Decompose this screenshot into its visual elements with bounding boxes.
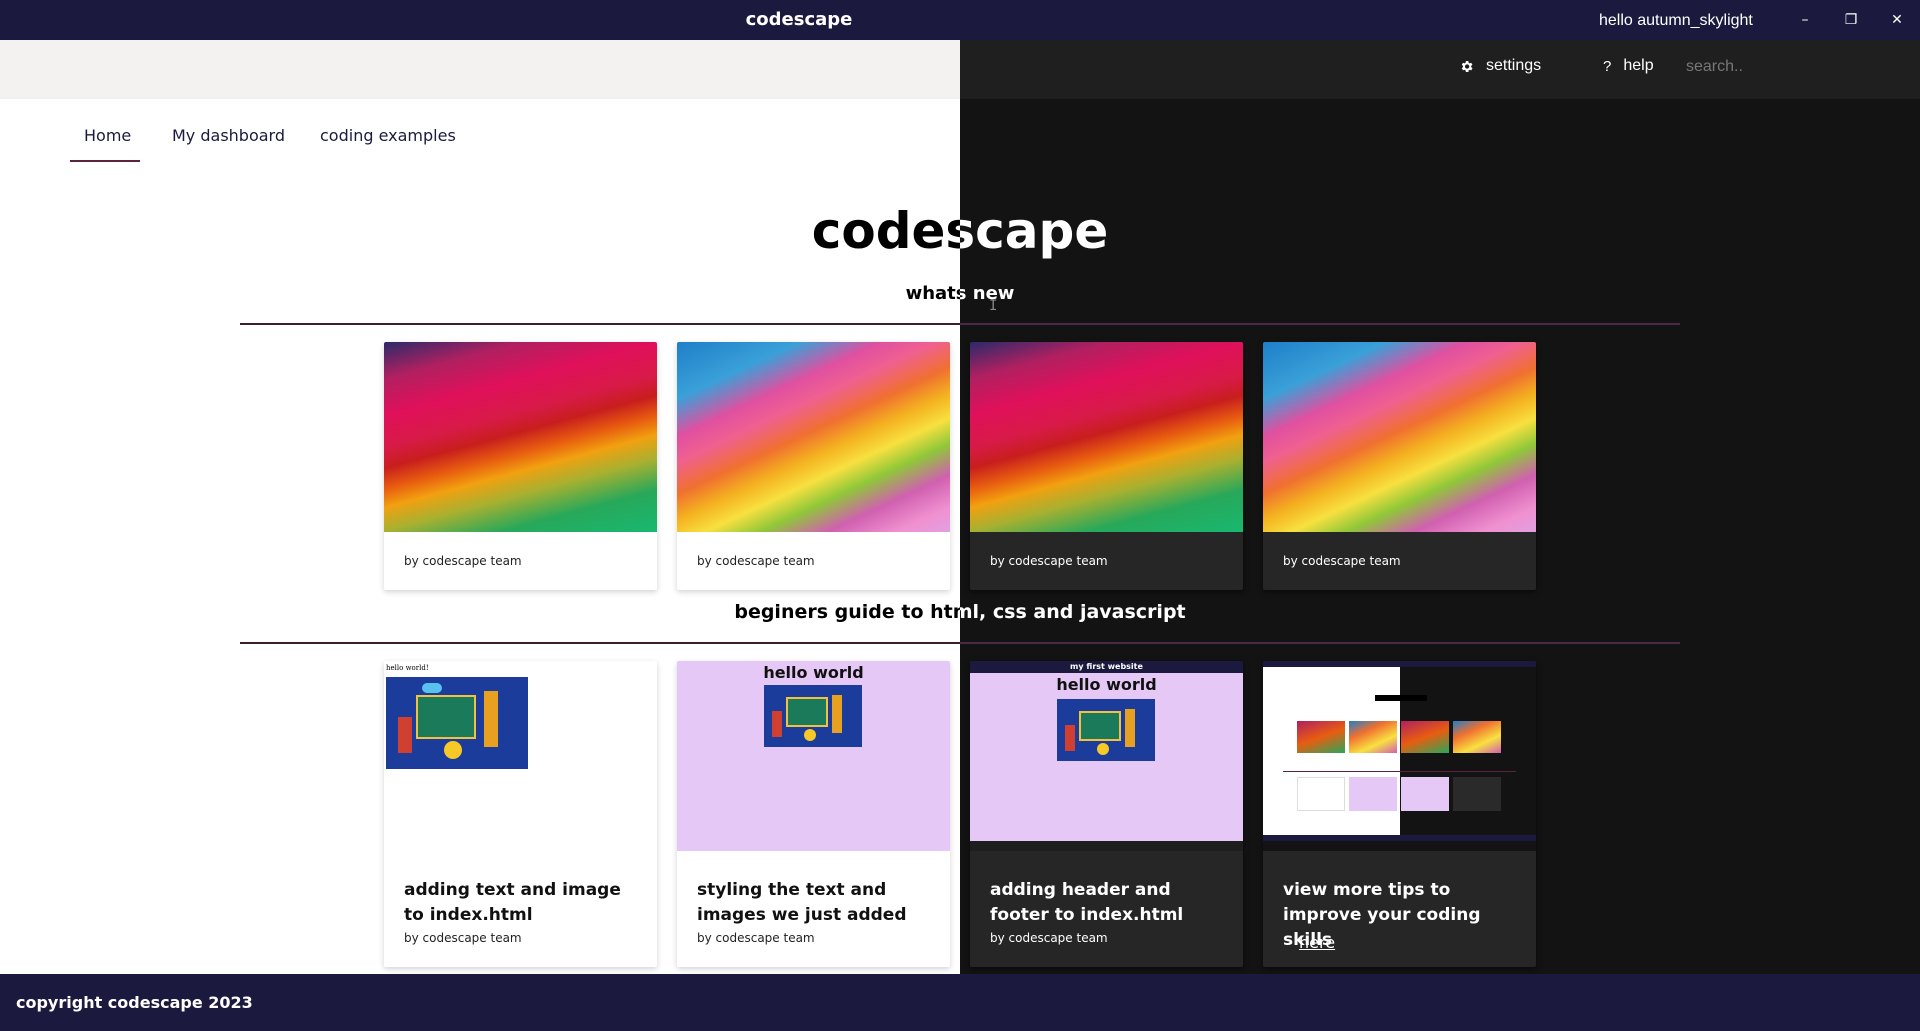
tab-coding-examples[interactable]: coding examples (320, 126, 456, 145)
app-title: codescape (745, 9, 853, 30)
thumb-image (1453, 721, 1501, 753)
card-author: by codescape team (1283, 554, 1401, 568)
guide-card[interactable]: my first website hello world adding head… (970, 661, 1243, 967)
active-tab-indicator (70, 160, 140, 162)
guide-card[interactable]: view more tips to improve your coding sk… (1263, 661, 1536, 967)
thumb-image (1349, 721, 1397, 753)
tab-home[interactable]: Home (84, 126, 131, 145)
site-screenshot-thumbnail (1263, 661, 1536, 851)
guide-card[interactable]: hello world styling the text and images … (677, 661, 950, 967)
card-author: by codescape team (697, 931, 815, 945)
card-author: by codescape team (990, 931, 1108, 945)
card-author: by codescape team (404, 931, 522, 945)
card-thumbnail: my first website hello world (970, 661, 1243, 851)
page-title: codescape codescape (0, 202, 1920, 266)
whats-new-card[interactable]: by codescape team (970, 342, 1243, 590)
card-title: adding header and footer to index.html (990, 880, 1184, 925)
rainbow-wave-image (1263, 342, 1536, 532)
maximize-button[interactable]: ❐ (1841, 10, 1861, 30)
section-divider (240, 642, 1680, 644)
thumb-card (1453, 777, 1501, 811)
settings-label: settings (1486, 57, 1542, 74)
thumb-card (1401, 777, 1449, 811)
whats-new-card[interactable]: by codescape team (384, 342, 657, 590)
search-input[interactable] (1686, 55, 1856, 79)
thumb-caption: hello world (763, 663, 864, 682)
light-toolbar-strip (0, 40, 960, 99)
text-cursor-icon: I (989, 298, 998, 314)
help-button[interactable]: ? help (1603, 57, 1654, 75)
question-icon: ? (1603, 57, 1612, 75)
thumb-header: my first website (970, 661, 1243, 673)
card-title: styling the text and images we just adde… (697, 880, 907, 925)
thumb-title (1375, 695, 1427, 701)
copyright-text: copyright codescape 2023 (16, 993, 253, 1012)
thumb-caption: hello world (1056, 675, 1157, 694)
thumb-light-half (1263, 667, 1400, 841)
user-greeting: hello autumn_skylight (1599, 12, 1753, 29)
rainbow-paper-image (970, 342, 1243, 532)
guide-card[interactable]: hello world! adding text and image to in… (384, 661, 657, 967)
card-title: adding text and image to index.html (404, 880, 621, 925)
beginners-guide-heading: beginers guide to html, css and javascri… (0, 601, 1920, 627)
thumb-card (1297, 777, 1345, 811)
thumb-caption: hello world! (386, 664, 429, 672)
rainbow-paper-image (384, 342, 657, 532)
view-more-link[interactable]: here (1299, 933, 1335, 952)
tab-my-dashboard[interactable]: My dashboard (172, 126, 285, 145)
thumb-footer (1263, 835, 1536, 841)
card-thumbnail: hello world! (384, 661, 657, 851)
section-divider (240, 323, 1680, 325)
thumb-divider (1283, 771, 1516, 772)
help-label: help (1623, 57, 1654, 74)
minimize-button[interactable]: – (1795, 10, 1815, 30)
thumb-image (1297, 721, 1345, 753)
close-button[interactable]: ✕ (1887, 10, 1907, 30)
coding-illustration (764, 685, 862, 747)
title-bar: codescape hello autumn_skylight – ❐ ✕ (0, 0, 1920, 40)
card-thumbnail: hello world (677, 661, 950, 851)
thumb-image (1401, 721, 1449, 753)
whats-new-card[interactable]: by codescape team (1263, 342, 1536, 590)
card-author: by codescape team (990, 554, 1108, 568)
card-author: by codescape team (697, 554, 815, 568)
coding-illustration (1057, 699, 1155, 761)
coding-illustration (386, 677, 528, 769)
settings-button[interactable]: settings (1459, 57, 1541, 75)
thumb-card (1349, 777, 1397, 811)
whats-new-card[interactable]: by codescape team (677, 342, 950, 590)
whats-new-heading: whats new whats new (0, 283, 1920, 307)
rainbow-wave-image (677, 342, 950, 532)
card-author: by codescape team (404, 554, 522, 568)
gear-icon (1461, 60, 1473, 72)
footer: copyright codescape 2023 (0, 974, 1920, 1031)
